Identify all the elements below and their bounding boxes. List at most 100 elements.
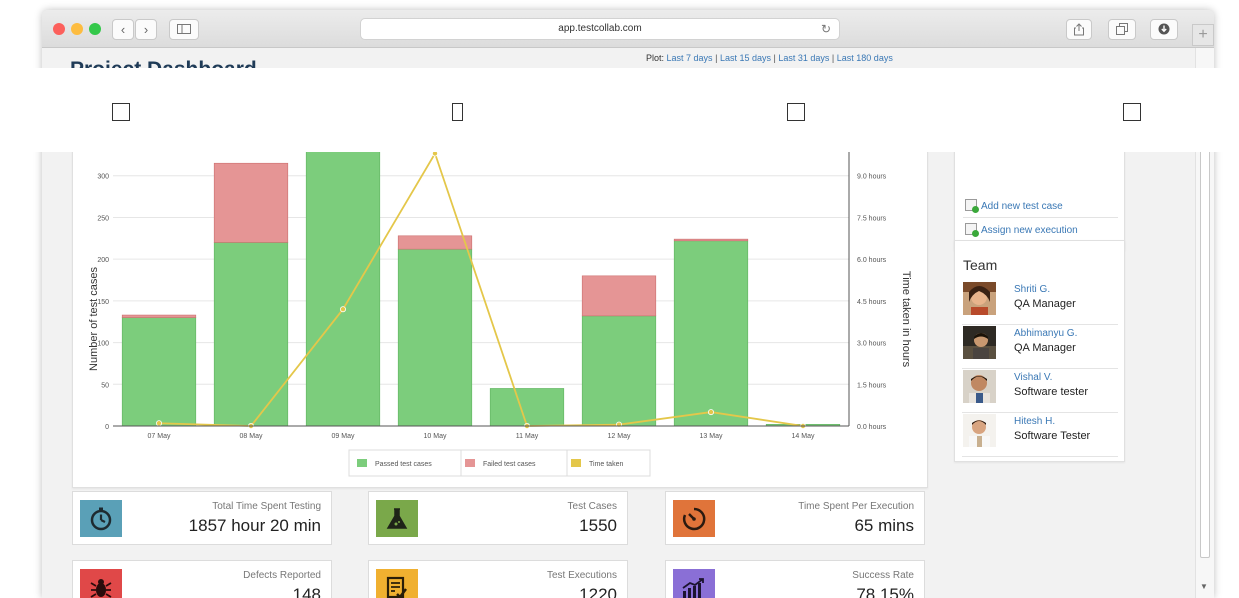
y2-tick-label: 6.0 hours	[857, 257, 887, 264]
member-role: Software tester	[1014, 386, 1088, 398]
member-role: QA Manager	[1014, 298, 1076, 310]
bar-passed	[121, 317, 197, 427]
flask-icon-tile	[376, 500, 418, 537]
bar-passed	[581, 315, 657, 427]
growth-chart-icon	[682, 577, 704, 598]
close-window-button[interactable]	[53, 23, 65, 35]
tabs-overview-button[interactable]	[1108, 19, 1136, 40]
member-name[interactable]: Shriti G.	[1014, 284, 1050, 295]
checklist-icon-tile	[376, 569, 418, 598]
member-name[interactable]: Vishal V.	[1014, 372, 1052, 383]
plot-separator: |	[773, 53, 776, 63]
team-panel: Team Shriti G. QA Manager Abhimanyu G. Q…	[954, 240, 1125, 462]
y2-tick-label: 7.5 hours	[857, 215, 887, 222]
plot-link-180-days[interactable]: Last 180 days	[837, 53, 893, 63]
missing-glyph-icon	[1123, 103, 1141, 121]
x-tick-label: 11 May	[516, 433, 539, 440]
bar-passed	[213, 242, 289, 427]
plot-link-15-days[interactable]: Last 15 days	[720, 53, 771, 63]
stopwatch-icon	[90, 507, 112, 530]
avatar	[963, 414, 996, 447]
legend-label: Passed test cases	[375, 461, 432, 468]
new-tab-button[interactable]: +	[1192, 24, 1214, 46]
x-tick-label: 13 May	[700, 433, 723, 440]
stat-value: 78.15%	[856, 585, 914, 598]
stat-card-test-executions[interactable]: Test Executions 1220	[368, 560, 628, 598]
bug-icon	[90, 578, 112, 598]
y2-tick-label: 1.5 hours	[857, 382, 887, 389]
missing-glyph-icon	[112, 103, 130, 121]
time-taken-point	[708, 409, 715, 416]
bug-icon-tile	[80, 569, 122, 598]
plot-link-31-days[interactable]: Last 31 days	[778, 53, 829, 63]
stat-label: Time Spent Per Execution	[798, 501, 914, 512]
bar-passed	[673, 240, 749, 427]
team-member[interactable]: Vishal V. Software tester	[962, 370, 1118, 413]
chevron-right-icon: ›	[143, 22, 149, 37]
share-icon	[1074, 23, 1084, 36]
overlay-band	[0, 68, 1239, 152]
forward-button[interactable]: ›	[135, 19, 157, 40]
bar-failed	[397, 235, 473, 250]
stat-value: 1857 hour 20 min	[188, 516, 321, 535]
x-tick-label: 10 May	[424, 433, 447, 440]
flask-icon	[386, 507, 408, 529]
checklist-icon	[386, 576, 407, 598]
member-name[interactable]: Abhimanyu G.	[1014, 328, 1077, 339]
bar-failed	[121, 314, 197, 318]
stat-card-defects[interactable]: Defects Reported 148	[72, 560, 332, 598]
stat-card-total-time[interactable]: Total Time Spent Testing 1857 hour 20 mi…	[72, 491, 332, 545]
member-role: Software Tester	[1014, 430, 1091, 442]
chevron-left-icon: ‹	[120, 22, 126, 37]
bar-failed	[673, 238, 749, 242]
stat-card-time-per-execution[interactable]: Time Spent Per Execution 65 mins	[665, 491, 925, 545]
stat-card-success-rate[interactable]: Success Rate 78.15%	[665, 560, 925, 598]
bar-passed	[397, 248, 473, 427]
plot-separator: |	[831, 53, 835, 63]
stat-label: Test Cases	[567, 501, 617, 512]
sidebar-toggle-button[interactable]	[169, 19, 199, 40]
plot-link-7-days[interactable]: Last 7 days	[667, 53, 713, 63]
growth-chart-icon-tile	[673, 569, 715, 598]
url-text: app.testcollab.com	[558, 23, 642, 34]
stat-label: Total Time Spent Testing	[212, 501, 321, 512]
stat-card-test-cases[interactable]: Test Cases 1550	[368, 491, 628, 545]
back-button[interactable]: ‹	[112, 19, 134, 40]
browser-titlebar: ‹ › app.testcollab.com ↻	[42, 10, 1214, 48]
minimize-window-button[interactable]	[71, 23, 83, 35]
share-button[interactable]	[1066, 19, 1092, 40]
divider	[963, 217, 1118, 218]
reload-icon[interactable]: ↻	[821, 19, 831, 39]
y2-tick-label: 4.5 hours	[857, 299, 887, 306]
y-tick-label: 50	[101, 382, 109, 389]
time-taken-point	[156, 420, 163, 427]
assign-execution-link[interactable]: Assign new execution	[965, 223, 1078, 237]
add-document-icon	[965, 199, 979, 213]
y2-tick-label: 3.0 hours	[857, 341, 887, 348]
stat-value: 1550	[579, 516, 617, 535]
bar-failed	[213, 162, 289, 243]
legend-swatch	[571, 459, 581, 467]
scroll-down-arrow-icon[interactable]: ▼	[1200, 582, 1208, 591]
stat-value: 1220	[579, 585, 617, 598]
missing-glyph-icon	[787, 103, 805, 121]
x-tick-label: 07 May	[148, 433, 171, 440]
team-member[interactable]: Shriti G. QA Manager	[962, 282, 1118, 325]
x-tick-label: 09 May	[332, 433, 355, 440]
add-test-case-link[interactable]: Add new test case	[965, 199, 1063, 213]
downloads-button[interactable]	[1150, 19, 1178, 40]
y-tick-label: 200	[97, 257, 109, 264]
plot-range-selector: Plot: Last 7 days | Last 15 days | Last …	[646, 53, 893, 63]
assign-execution-label: Assign new execution	[981, 225, 1078, 236]
tabs-icon	[1116, 23, 1128, 35]
zoom-window-button[interactable]	[89, 23, 101, 35]
team-member[interactable]: Abhimanyu G. QA Manager	[962, 326, 1118, 369]
y2-axis-label: Time taken in hours	[900, 271, 912, 368]
address-bar[interactable]: app.testcollab.com ↻	[360, 18, 840, 40]
plot-separator: |	[715, 53, 718, 63]
team-member[interactable]: Hitesh H. Software Tester	[962, 414, 1118, 457]
stat-label: Defects Reported	[243, 570, 321, 581]
avatar	[963, 370, 996, 403]
member-name[interactable]: Hitesh H.	[1014, 416, 1055, 427]
x-tick-label: 14 May	[792, 433, 815, 440]
